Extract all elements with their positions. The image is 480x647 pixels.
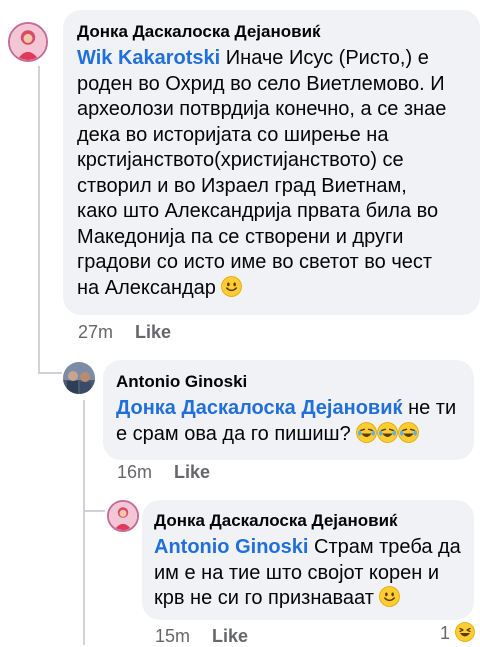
avatar[interactable]	[8, 22, 48, 62]
thread-line	[83, 510, 105, 512]
comment-meta: 15m Like	[155, 626, 248, 647]
comment-author[interactable]: Antonio Ginoski	[116, 372, 464, 392]
comment-line: Иначе Исус (Ристо,) е	[220, 47, 429, 69]
comment-line: им е на тие што својот корен и	[154, 561, 440, 584]
comment-line: е срам ова да го пишиш?	[116, 422, 357, 445]
thread-line	[38, 66, 40, 374]
comment-line: крв не си го признаваат	[154, 587, 380, 609]
comment-bubble: Донка Даскалоска Дејановиќ Wik Kakarotsk…	[63, 10, 480, 315]
comment-meta: 16m Like	[117, 462, 210, 483]
comment-text: Донка Даскалоска Дејановиќ не ти е срам …	[116, 396, 464, 447]
mention-link[interactable]: Донка Даскалоска Дејановиќ	[116, 397, 403, 419]
mention-link[interactable]: Wik Kakarotski	[77, 47, 220, 69]
comment-bubble: Донка Даскалоска Дејановиќ Antonio Ginos…	[142, 500, 474, 620]
comment-line: дека во историјата со ширење на	[77, 123, 389, 146]
laughing-tears-emoji	[377, 421, 399, 443]
laughing-tears-emoji	[398, 421, 420, 443]
comment-author[interactable]: Донка Даскалоска Дејановиќ	[77, 22, 470, 42]
laughing-tears-emoji	[356, 421, 378, 443]
comment-bubble: Antonio Ginoski Донка Даскалоска Дејанов…	[103, 360, 474, 460]
comment-line: роден во Охрид во село Виетлемово. И	[77, 72, 445, 95]
reaction-count: 1	[440, 623, 451, 643]
comment-line: археолози потврдија конечно, а се знае	[77, 98, 447, 120]
comment-line: градови со исто име во светот во чест	[77, 251, 433, 273]
comment-line: како што Александрија првата била во	[77, 200, 439, 222]
comment-text: Wik Kakarotski Иначе Исус (Ристо,) е род…	[77, 46, 470, 301]
haha-reaction-icon	[455, 622, 475, 642]
comment-time[interactable]: 16m	[117, 462, 152, 482]
reaction-summary[interactable]: 1	[440, 622, 475, 644]
like-button[interactable]: Like	[135, 322, 171, 342]
comment-time[interactable]: 15m	[155, 626, 190, 646]
comment-time[interactable]: 27m	[78, 322, 113, 342]
avatar[interactable]	[107, 500, 139, 532]
comment-line: на Александар	[77, 276, 222, 299]
comment-line: Македонија па се створени и други	[77, 225, 404, 248]
comment-line: Страм треба да	[308, 536, 461, 558]
comment-line: створил и во Израел град Виетнам,	[77, 174, 407, 197]
thread-line	[83, 400, 85, 645]
comment-line: не ти	[402, 397, 457, 419]
avatar[interactable]	[63, 362, 95, 394]
mention-link[interactable]: Antonio Ginoski	[154, 536, 308, 558]
comment-line: крстијанството(христијанството) се	[77, 149, 404, 171]
comment-author[interactable]: Донка Даскалоска Дејановиќ	[154, 511, 466, 531]
comment-meta: 27m Like	[78, 322, 171, 343]
smile-emoji	[379, 586, 401, 607]
smile-emoji	[221, 275, 243, 297]
like-button[interactable]: Like	[174, 462, 210, 482]
thread-line	[38, 372, 62, 374]
like-button[interactable]: Like	[212, 626, 248, 646]
comment-text: Antonio Ginoski Страм треба да им е на т…	[154, 535, 466, 612]
